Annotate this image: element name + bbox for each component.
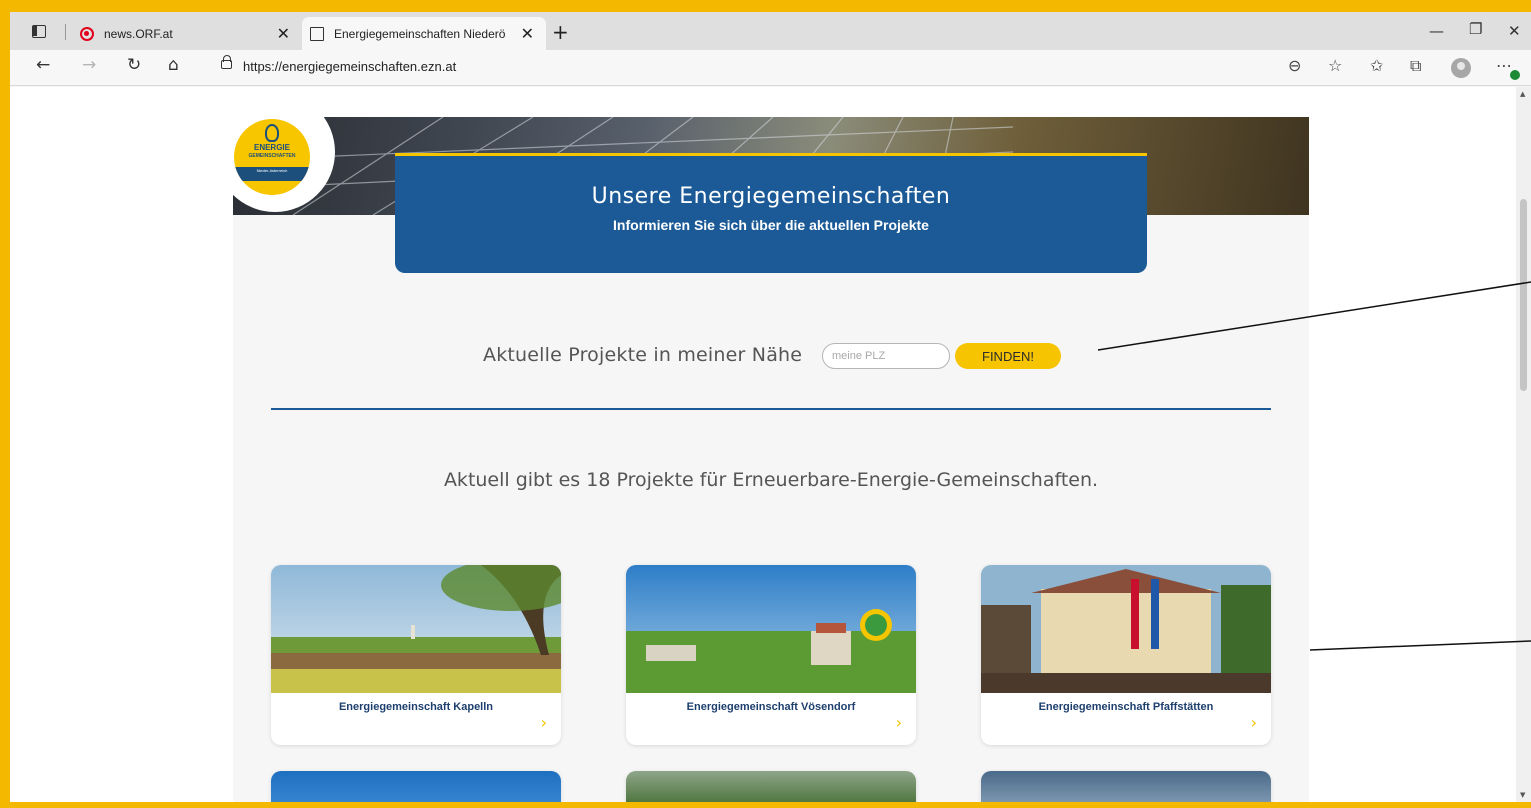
logo-band: Nieder-österreich (234, 167, 310, 181)
profile-avatar[interactable] (1451, 58, 1471, 78)
search-label: Aktuelle Projekte in meiner Nähe (483, 344, 803, 366)
project-card[interactable] (271, 771, 561, 802)
close-icon[interactable]: ✕ (277, 25, 290, 42)
tab-news-orf[interactable]: news.ORF.at ✕ (72, 17, 302, 50)
browser-window: news.ORF.at ✕ Energiegemeinschaften Nied… (10, 12, 1531, 802)
scroll-up-icon[interactable]: ▲ (1520, 90, 1525, 98)
project-image (271, 565, 561, 693)
tab-bar: news.ORF.at ✕ Energiegemeinschaften Nied… (10, 12, 1531, 50)
chevron-right-icon[interactable]: › (1251, 713, 1257, 732)
add-favorite-icon[interactable]: ☆ (1328, 58, 1342, 74)
logo-text-gemeinschaften: GEMEINSCHAFTEN (248, 153, 296, 159)
chevron-right-icon[interactable]: › (896, 713, 902, 732)
logo-text-energie: ENERGIE (253, 143, 290, 152)
project-card[interactable] (626, 771, 916, 802)
energie-gemeinschaften-logo[interactable]: ENERGIE GEMEINSCHAFTEN Nieder-österreich (234, 119, 310, 195)
find-button[interactable]: FINDEN! (955, 343, 1061, 369)
project-image (981, 565, 1271, 693)
minimize-icon[interactable]: — (1429, 22, 1444, 40)
more-icon[interactable]: ⋯ (1496, 58, 1512, 74)
project-count-text: Aktuell gibt es 18 Projekte für Erneuerb… (443, 469, 1099, 491)
page-title: Unsere Energiegemeinschaften (591, 184, 951, 209)
favorites-icon[interactable]: ✩ (1370, 58, 1383, 74)
update-badge-icon (1510, 70, 1520, 80)
hero-banner: Unsere Energiegemeinschaften Informieren… (395, 153, 1147, 273)
forward-icon[interactable]: → (82, 57, 96, 74)
tab-actions-icon[interactable] (32, 25, 46, 38)
scroll-down-icon[interactable]: ▼ (1520, 791, 1525, 799)
section-divider (271, 408, 1271, 410)
page-scrollbar[interactable]: ▲ ▼ (1516, 87, 1531, 802)
url-field[interactable]: https://energiegemeinschaften.ezn.at (243, 59, 456, 74)
zoom-icon[interactable]: ⊖ (1288, 58, 1301, 74)
home-icon[interactable]: ⌂ (168, 57, 179, 74)
refresh-icon[interactable]: ↻ (127, 57, 141, 74)
lightbulb-icon (265, 124, 279, 142)
tab-energiegemeinschaften[interactable]: Energiegemeinschaften Niederösterreich ✕ (302, 17, 546, 50)
new-tab-icon[interactable]: + (552, 22, 569, 42)
window-close-icon[interactable]: ✕ (1508, 22, 1521, 40)
plz-search: Aktuelle Projekte in meiner Nähe FINDEN! (233, 343, 1309, 369)
project-title: Energiegemeinschaft Vösendorf (686, 701, 856, 713)
scroll-thumb[interactable] (1520, 199, 1527, 391)
project-card-voesendorf[interactable]: Energiegemeinschaft Vösendorf › (626, 565, 916, 745)
page-container: ENERGIE GEMEINSCHAFTEN Nieder-österreich… (233, 117, 1309, 802)
page-subtitle: Informieren Sie sich über die aktuellen … (613, 217, 929, 233)
orf-icon (80, 26, 94, 41)
project-image (626, 565, 916, 693)
project-title: Energiegemeinschaft Pfaffstätten (1038, 701, 1214, 713)
close-icon[interactable]: ✕ (521, 25, 534, 42)
tab-separator (65, 24, 66, 40)
project-card-pfaffstaetten[interactable]: Energiegemeinschaft Pfaffstätten › (981, 565, 1271, 745)
address-bar: ← → ↻ ⌂ https://energiegemeinschaften.ez… (10, 50, 1531, 86)
lock-icon[interactable] (221, 55, 232, 69)
project-card-kapelln[interactable]: Energiegemeinschaft Kapelln › (271, 565, 561, 745)
collections-icon[interactable]: ⧉ (1410, 58, 1421, 74)
project-title: Energiegemeinschaft Kapelln (338, 701, 494, 713)
tab-label: Energiegemeinschaften Niederösterreich (334, 26, 506, 41)
page-icon (310, 26, 324, 41)
project-card[interactable] (981, 771, 1271, 802)
back-icon[interactable]: ← (36, 57, 50, 74)
chevron-right-icon[interactable]: › (541, 713, 547, 732)
tab-label: news.ORF.at (104, 26, 173, 41)
restore-icon[interactable]: ❐ (1469, 20, 1482, 38)
web-viewport: ENERGIE GEMEINSCHAFTEN Nieder-österreich… (10, 87, 1516, 802)
plz-input[interactable] (822, 343, 950, 369)
